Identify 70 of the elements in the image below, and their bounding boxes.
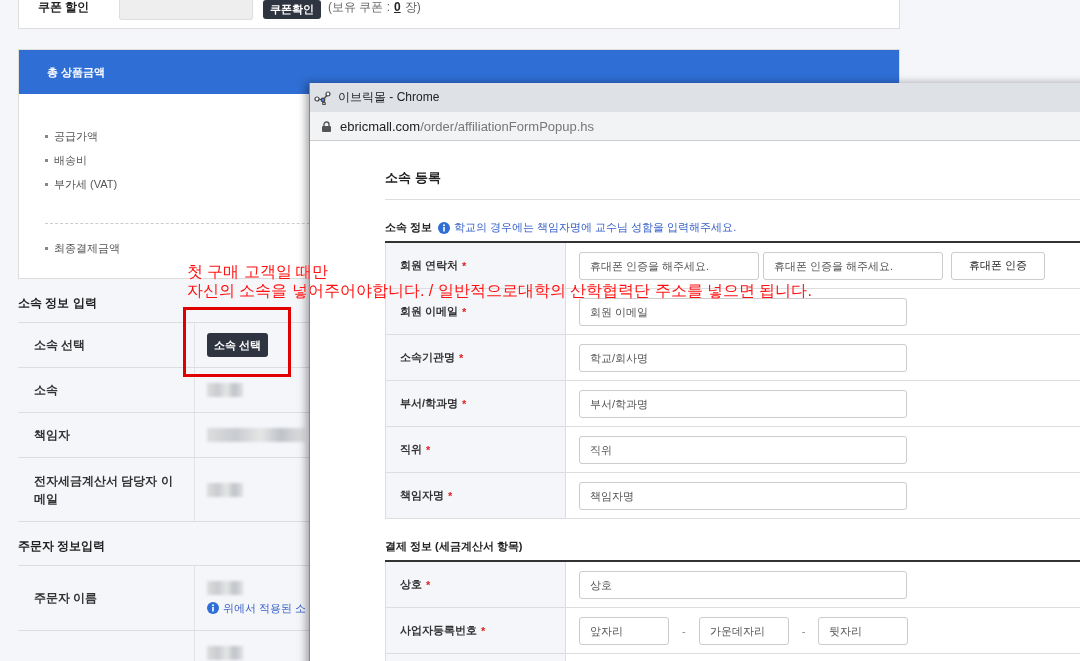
required-mark: * [426,443,431,456]
section-heading: 소속 정보 입력 [18,295,97,312]
coupon-check-button[interactable]: 쿠폰확인 [263,0,321,19]
number-field[interactable]: 앞자리 [579,616,669,645]
bullet-icon [45,246,48,250]
number-field[interactable]: 가운데자리 [698,616,789,645]
url-text: ebricmall.com/order/affiliationFormPopup.hs [340,118,595,134]
row-label: 소속 선택 [18,323,195,367]
phone-verify-button[interactable]: 휴대폰 인증 [951,251,1045,280]
redacted-text [207,580,243,595]
required-mark: * [462,397,467,410]
info-icon [438,221,451,234]
field-label: 소속기관명 [400,350,455,365]
required-mark: * [462,305,467,318]
affiliation-select-button[interactable]: 소속 선택 [207,333,269,357]
coupon-count: 0 [394,0,401,14]
required-mark: * [448,489,453,502]
window-title: 이브릭몰 - Chrome [338,89,440,106]
field-label: 책임자명 [400,488,444,503]
text-field[interactable]: 학교/회사명 [579,343,907,372]
text-field[interactable]: 책임자명 [579,481,907,510]
field-label: 회원 이메일 [400,304,459,319]
redacted-text [207,383,243,397]
molecule-logo-icon [314,90,332,105]
phone-field[interactable]: 휴대폰 인증을 해주세요. [763,251,943,280]
text-field[interactable]: 상호 [579,570,907,599]
summary-item: 배송비 [54,152,87,168]
lock-icon [322,120,331,132]
field-label: 사업자등록번호 [400,623,477,638]
coupon-owned-label: (보유 쿠폰 : [328,0,390,14]
text-field[interactable]: 부서/학과명 [579,389,907,418]
summary-item: 공급가액 [54,128,98,144]
coupon-unit: 장) [404,0,421,14]
annotation-text: 자신의 소속을 넣어주어야합니다. / 일반적으로대학의 산학협력단 주소를 넣으면 됩니다. [187,281,812,300]
row-label: 주문자 이름 [18,566,195,630]
summary-item: 부가세 (VAT) [54,176,118,192]
row-label: 책임자 [18,413,195,457]
required-mark: * [481,624,486,637]
bullet-icon [45,158,48,162]
bullet-icon [45,182,48,186]
address-bar[interactable]: ebricmall.com/order/affiliationFormPopup.hs [310,112,1080,141]
row-label: 전자세금계산서 담당자 이메일 [18,458,195,521]
required-mark: * [426,578,431,591]
redacted-text [207,646,243,660]
section-title: 결제 정보 (세금계산서 항목) [385,539,523,554]
coupon-field[interactable] [119,0,253,20]
coupon-label: 쿠폰 할인 [38,0,91,14]
summary-title: 총 상품금액 [47,64,106,80]
field-label: 부서/학과명 [400,396,459,411]
field-label: 회원 연락처 [400,258,459,273]
row-label: 소속 [18,368,195,412]
info-note: 학교의 경우에는 책임자명에 교수님 성함을 입력해주세요. [438,220,737,235]
section-title: 소속 정보 [385,220,433,235]
field-label: 상호 [400,577,422,592]
section-heading: 주문자 정보입력 [18,538,106,555]
number-field[interactable]: 뒷자리 [818,616,909,645]
text-field[interactable]: 직위 [579,435,907,464]
popup-heading: 소속 등록 [385,169,1080,200]
separator: - [682,624,686,637]
required-mark: * [462,259,467,272]
bullet-icon [45,134,48,138]
redacted-text [207,482,243,497]
info-note: 위에서 적용된 소 [207,600,307,616]
summary-total-label: 최종결제금액 [54,240,120,256]
info-icon [207,602,219,614]
field-label: 직위 [400,442,422,457]
annotation-text: 첫 구매 고객일 때만 [187,262,329,281]
required-mark: * [459,351,464,364]
phone-field[interactable]: 휴대폰 인증을 해주세요. [579,251,759,280]
separator: - [801,624,806,637]
